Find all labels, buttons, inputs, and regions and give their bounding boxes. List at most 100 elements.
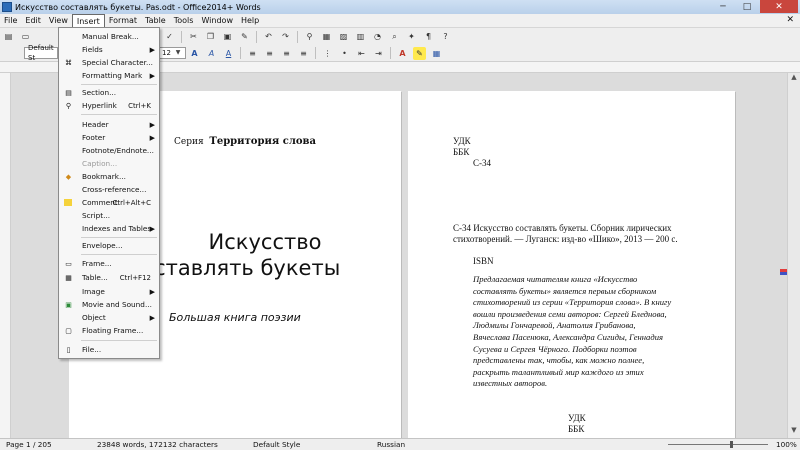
- bullets-icon[interactable]: •: [338, 47, 351, 60]
- comment-icon: [64, 199, 72, 206]
- italic-icon[interactable]: A: [205, 47, 218, 60]
- menu-item-fields[interactable]: Fields ▶: [59, 44, 159, 56]
- draw-functions-icon[interactable]: ◔: [371, 30, 384, 43]
- language[interactable]: Russian: [377, 439, 405, 450]
- redo-icon[interactable]: ↷: [279, 30, 292, 43]
- justify-icon[interactable]: ≡: [297, 47, 310, 60]
- copy-icon[interactable]: ❐: [204, 30, 217, 43]
- paste-icon[interactable]: ▣: [221, 30, 234, 43]
- increase-indent-icon[interactable]: ⇥: [372, 47, 385, 60]
- menu-item-file[interactable]: ▯ File...: [59, 344, 159, 356]
- bold-icon[interactable]: A: [188, 47, 201, 60]
- open-icon[interactable]: ▭: [19, 30, 32, 43]
- series-name: Территория слова: [209, 136, 316, 147]
- menu-bar: File Edit View Insert Format Table Tools…: [0, 14, 800, 28]
- biblio-line2: стихотворений. — Луганск: изд-во «Шико»,…: [453, 234, 678, 244]
- chevron-down-icon: ▼: [175, 49, 181, 56]
- menu-view[interactable]: View: [45, 14, 72, 27]
- menu-item-image[interactable]: Image ▶: [59, 286, 159, 298]
- menu-item-table[interactable]: ▦ Table... Ctrl+F12: [59, 272, 159, 284]
- menu-item-cross-reference[interactable]: Cross-reference...: [59, 184, 159, 196]
- scroll-up-icon[interactable]: ▲: [788, 73, 800, 85]
- menu-item-frame[interactable]: ▭ Frame...: [59, 258, 159, 270]
- underline-icon[interactable]: A: [222, 47, 235, 60]
- paragraph-style-combo[interactable]: Default St: [24, 44, 58, 62]
- highlight-icon[interactable]: ✎: [413, 46, 426, 60]
- align-center-icon[interactable]: ≡: [263, 47, 276, 60]
- submenu-arrow-icon: ▶: [149, 314, 155, 322]
- menu-item-caption: Caption...: [82, 159, 118, 168]
- menu-item-special-character[interactable]: ⌘ Special Character...: [59, 57, 159, 69]
- vertical-scrollbar[interactable]: ▲ ▼: [787, 73, 800, 438]
- clone-format-icon[interactable]: ✎: [238, 30, 251, 43]
- zoom-slider[interactable]: [668, 444, 768, 445]
- vertical-ruler[interactable]: [0, 73, 11, 438]
- numbering-icon[interactable]: ⋮: [321, 47, 334, 60]
- window-controls: ─ □ ✕: [710, 0, 798, 13]
- new-document-icon[interactable]: ▤: [2, 30, 15, 43]
- scroll-down-icon[interactable]: ▼: [788, 426, 800, 438]
- background-color-icon[interactable]: ▦: [430, 47, 443, 60]
- series-line: Серия Территория слова: [174, 136, 316, 147]
- menu-item-object[interactable]: Object ▶: [59, 312, 159, 324]
- menu-item-comment[interactable]: Comment Ctrl+Alt+C: [59, 197, 159, 209]
- annotation: Предлагаемая читателям книга «Искусство …: [473, 274, 713, 390]
- menu-item-floating-frame[interactable]: ▢ Floating Frame...: [59, 325, 159, 337]
- menu-edit[interactable]: Edit: [21, 14, 45, 27]
- special-character-icon: ⌘: [65, 59, 72, 67]
- menu-item-header[interactable]: Header ▶: [59, 119, 159, 131]
- menu-file[interactable]: File: [0, 14, 21, 27]
- menu-item-envelope[interactable]: Envelope...: [59, 240, 159, 252]
- cut-icon[interactable]: ✂: [187, 30, 200, 43]
- zoom-slider-handle[interactable]: [730, 441, 733, 448]
- menu-item-movie-sound[interactable]: ▣ Movie and Sound...: [59, 299, 159, 311]
- maximize-button[interactable]: □: [736, 0, 758, 13]
- table-icon: ▦: [65, 274, 72, 282]
- menu-help[interactable]: Help: [237, 14, 263, 27]
- formatting-marks-icon[interactable]: ¶: [422, 30, 435, 43]
- menu-tools[interactable]: Tools: [170, 14, 198, 27]
- navigator-icon[interactable]: ✦: [405, 30, 418, 43]
- annotation-line: Людмилы Гончаревой, Анатолия Грибанова,: [473, 320, 636, 331]
- udk-label-bottom: УДК: [568, 413, 586, 423]
- menu-item-section[interactable]: ▤ Section...: [59, 87, 159, 99]
- menu-format[interactable]: Format: [105, 14, 141, 27]
- close-button[interactable]: ✕: [760, 0, 798, 13]
- movie-icon: ▣: [65, 301, 72, 309]
- insert-menu: Manual Break... Fields ▶ ⌘ Special Charact…: [58, 27, 160, 359]
- menu-item-hyperlink[interactable]: ⚲ Hyperlink Ctrl+K: [59, 100, 159, 112]
- annotation-line: вошли произведения семи авторов: Сергей …: [473, 308, 667, 319]
- page-style[interactable]: Default Style: [253, 439, 300, 450]
- annotation-line: Сусуева и Сергея Чёрного. Подборки поэто…: [473, 343, 637, 354]
- zoom-level[interactable]: 100%: [776, 439, 797, 450]
- menu-item-indexes-tables[interactable]: Indexes and Tables ▶: [59, 223, 159, 235]
- font-size-combo[interactable]: 12 ▼: [158, 47, 186, 59]
- table-toolbar-icon[interactable]: ▦: [320, 30, 333, 43]
- menu-item-script[interactable]: Script...: [59, 210, 159, 222]
- menu-item-manual-break[interactable]: Manual Break...: [59, 31, 159, 43]
- menu-item-footnote[interactable]: Footnote/Endnote...: [59, 145, 159, 157]
- chart-icon[interactable]: ▥: [354, 30, 367, 43]
- font-color-icon[interactable]: A: [396, 47, 409, 60]
- menu-insert[interactable]: Insert: [71, 14, 105, 27]
- minimize-button[interactable]: ─: [712, 0, 734, 13]
- image-toolbar-icon[interactable]: ▨: [337, 30, 350, 43]
- align-right-icon[interactable]: ≡: [280, 47, 293, 60]
- menu-item-formatting-mark[interactable]: Formatting Mark ▶: [59, 70, 159, 82]
- hyperlink-toolbar-icon[interactable]: ⚲: [303, 30, 316, 43]
- status-bar: Page 1 / 205 23848 words, 172132 charact…: [0, 438, 800, 450]
- menu-item-footer[interactable]: Footer ▶: [59, 132, 159, 144]
- autospell-icon[interactable]: ✓: [163, 30, 176, 43]
- menu-table[interactable]: Table: [141, 14, 170, 27]
- menu-item-bookmark[interactable]: ◆ Bookmark...: [59, 171, 159, 183]
- decrease-indent-icon[interactable]: ⇤: [355, 47, 368, 60]
- help-icon[interactable]: ?: [439, 30, 452, 43]
- page-right[interactable]: УДК ББК С-34 С-34 Искусство составлять б…: [408, 91, 735, 438]
- undo-icon[interactable]: ↶: [262, 30, 275, 43]
- find-icon[interactable]: ⌕: [388, 30, 401, 43]
- menu-window[interactable]: Window: [197, 14, 237, 27]
- floating-frame-icon: ▢: [65, 327, 72, 335]
- close-document-icon[interactable]: ✕: [786, 15, 794, 25]
- page-counter[interactable]: Page 1 / 205: [6, 439, 52, 450]
- align-left-icon[interactable]: ≡: [246, 47, 259, 60]
